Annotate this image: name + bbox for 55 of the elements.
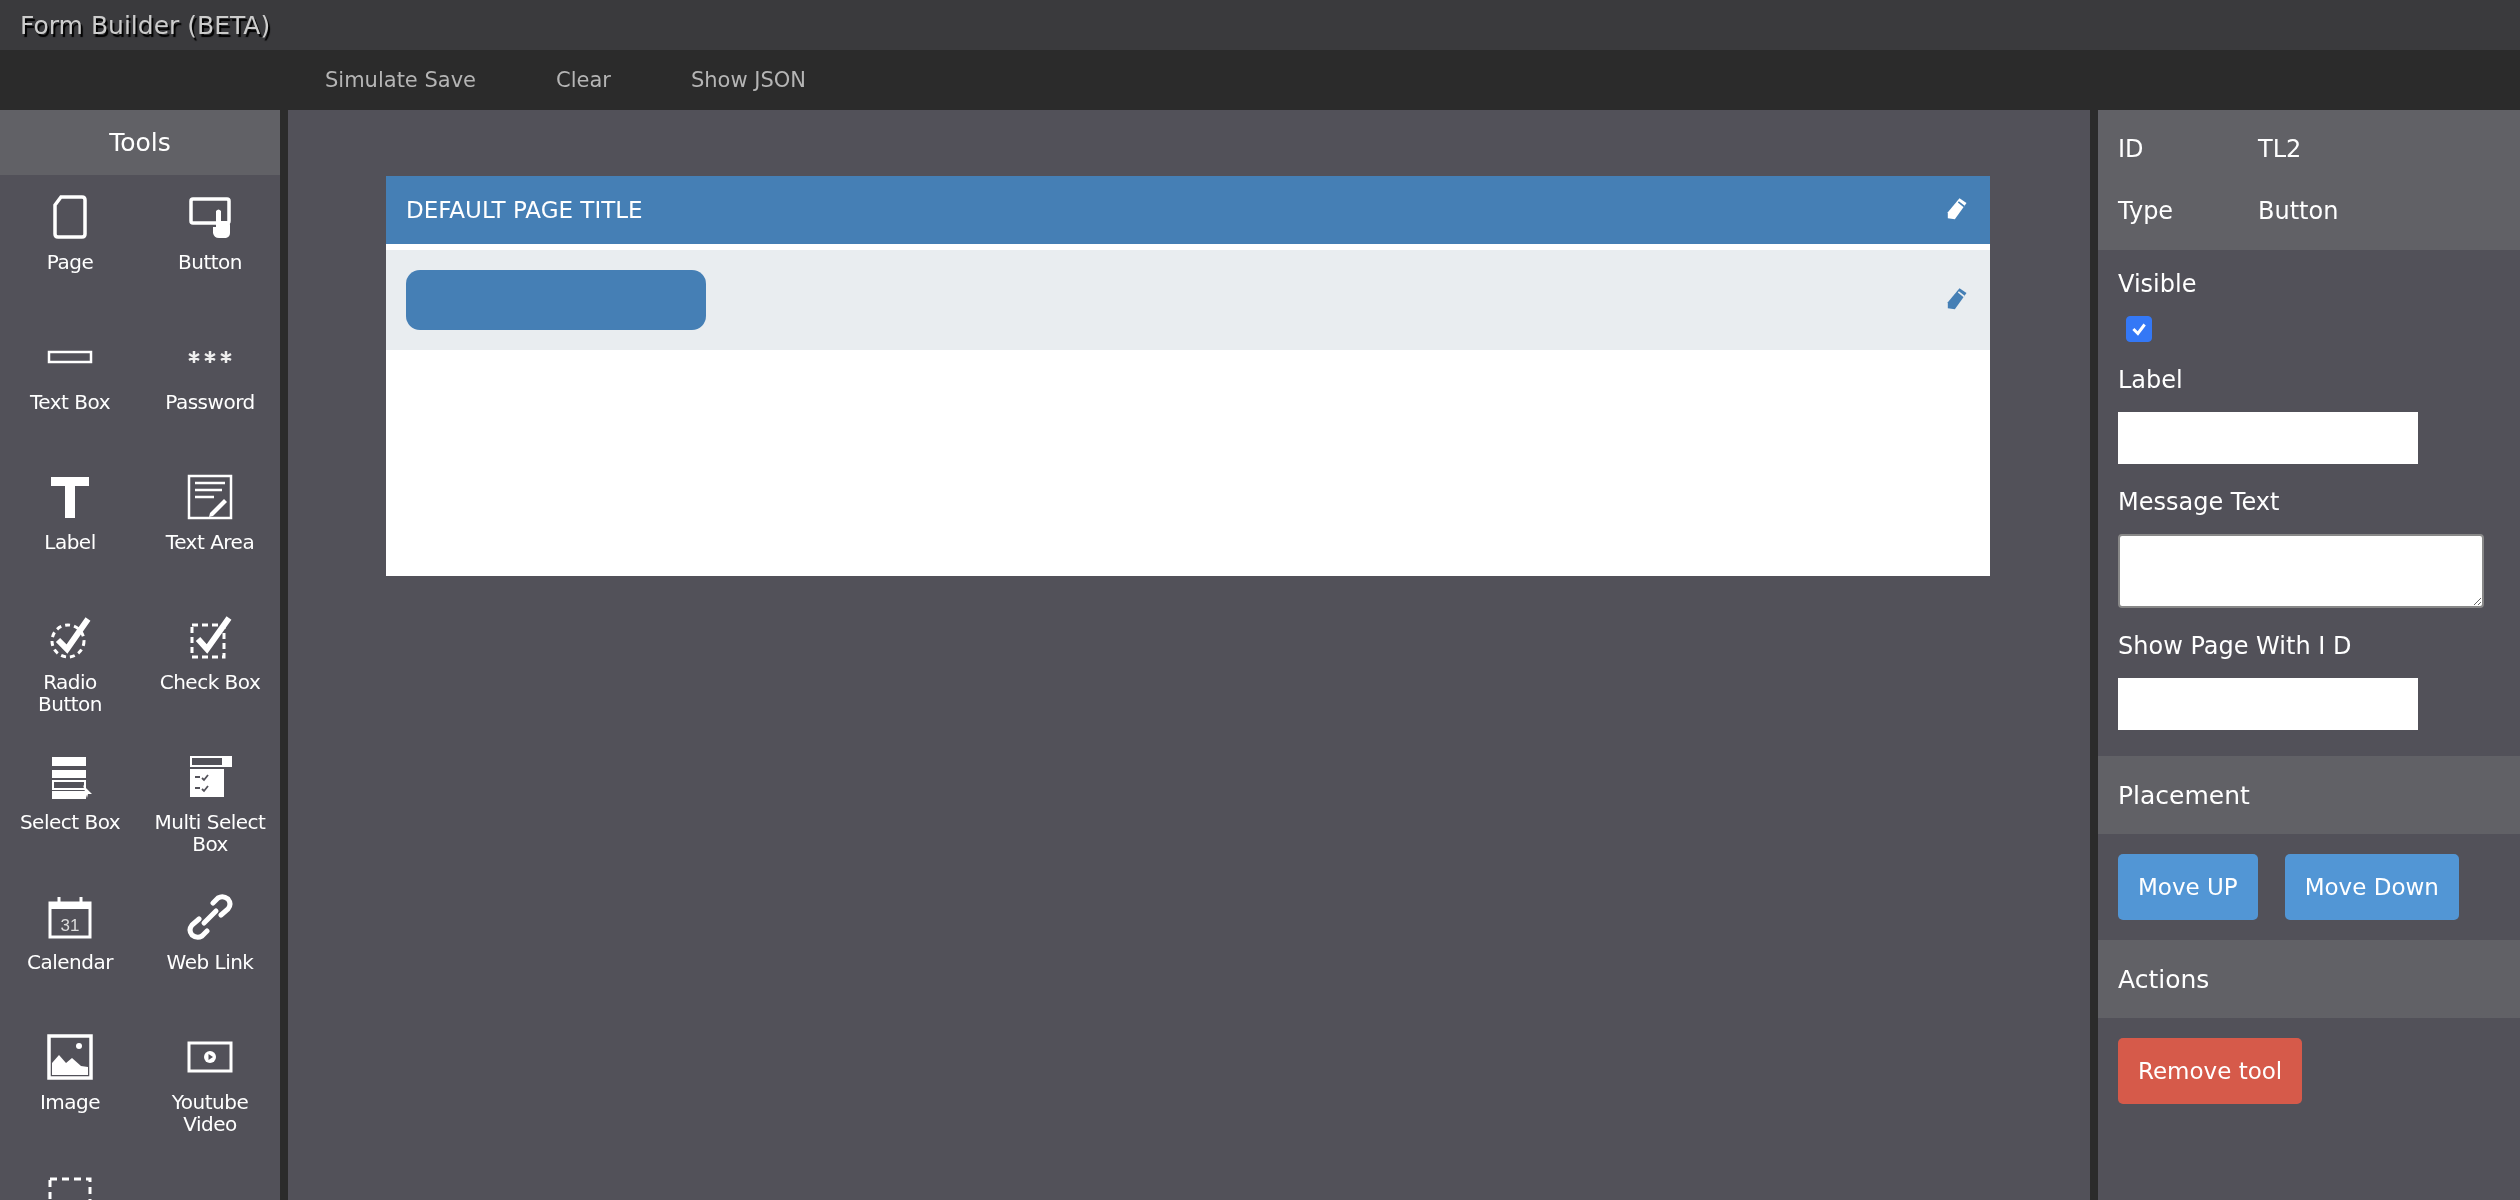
tools-title: Tools <box>109 128 171 157</box>
tool-item[interactable]: 31 Calendar <box>0 875 140 1015</box>
tool-label: Check Box <box>159 671 261 693</box>
field-label: Label <box>2118 366 2183 394</box>
tool-item[interactable]: Multi Select Box <box>140 735 280 875</box>
tool-label: Youtube Video <box>170 1091 250 1135</box>
menu-item[interactable]: Clear <box>556 68 611 92</box>
tool-label: Calendar <box>27 951 113 973</box>
tool-label: Radio Button <box>37 671 103 715</box>
tool-item[interactable]: Radio Button <box>0 595 140 735</box>
field-label: Show Page With I D <box>2118 632 2352 660</box>
type-value: Button <box>2258 197 2339 225</box>
type-label: Type <box>2118 197 2175 225</box>
tool-item[interactable]: Page <box>0 175 140 315</box>
tool-item[interactable]: Web Link <box>140 875 280 1015</box>
tool-item[interactable]: Youtube Video <box>140 1015 280 1155</box>
textarea-field[interactable] <box>2118 534 2484 608</box>
remove-button[interactable]: Remove tool <box>2118 1038 2303 1104</box>
tool-label: Web Link <box>166 951 254 973</box>
tool-label: Button <box>178 251 242 273</box>
field-label: Visible <box>2118 270 2197 298</box>
tool-item[interactable]: Button <box>140 175 280 315</box>
menu-item[interactable]: Show JSON <box>690 68 807 92</box>
id-value: TL2 <box>2258 135 2302 163</box>
menu-item[interactable]: Simulate Save <box>325 68 476 92</box>
section-title: Placement <box>2118 780 2250 810</box>
tool-item[interactable]: Text Area <box>140 455 280 595</box>
tool-label: Image <box>39 1091 101 1113</box>
tool-item[interactable]: Check Box <box>140 595 280 735</box>
tool-label: Multi Select Box <box>153 811 267 855</box>
tool-item[interactable]: Select Box <box>0 735 140 875</box>
field-label: Message Text <box>2118 488 2280 516</box>
image-tool-icon <box>46 1033 94 1081</box>
tool-item[interactable]: Password <box>140 315 280 455</box>
tool-label: Select Box <box>19 811 121 833</box>
tool-item[interactable]: Text Box <box>0 315 140 455</box>
tool-item[interactable]: Label <box>0 455 140 595</box>
textbox-tool-icon <box>46 349 94 365</box>
window-title: Form Builder (BETA) <box>20 10 271 40</box>
visible-checkbox[interactable] <box>2126 316 2152 342</box>
textarea-tool-icon <box>186 473 234 521</box>
tool-label: Password <box>165 391 255 413</box>
page-title: DEFAULT PAGE TITLE <box>406 197 643 223</box>
id-label: ID <box>2118 135 2145 163</box>
tool-label: Text Area <box>165 531 255 553</box>
password-tool-icon <box>186 349 234 365</box>
tool-label: Page <box>46 251 94 273</box>
section-title: Actions <box>2118 964 2210 994</box>
text-input-field[interactable] <box>2118 678 2418 730</box>
tool-label: Text Box <box>30 391 110 413</box>
tool-label: Label <box>44 531 96 553</box>
text-input-field[interactable] <box>2118 412 2418 464</box>
weblink-tool-icon <box>186 893 234 941</box>
form-element-row[interactable] <box>386 250 1990 350</box>
tool-item[interactable]: Image <box>0 1015 140 1155</box>
